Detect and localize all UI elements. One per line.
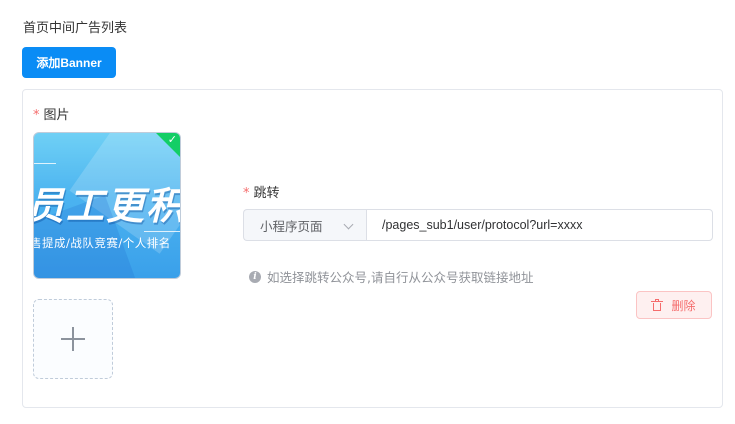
jump-hint: i 如选择跳转公众号,请自行从公众号获取链接地址	[249, 267, 533, 286]
image-field-label: * 图片	[33, 107, 70, 125]
banner-card: *图片 员工更积 售提成/战队竞赛/个人排名 ✓ *跳转 小程序页面 i 如选择…	[22, 89, 723, 408]
jump-type-value: 小程序页面	[260, 218, 323, 234]
delete-button[interactable]: 删除	[636, 291, 712, 319]
image-label-text: 图片	[43, 108, 70, 123]
add-banner-button[interactable]: 添加Banner	[22, 47, 116, 78]
decor-line	[34, 163, 56, 164]
upload-image-button[interactable]	[33, 299, 113, 379]
banner-subline: 售提成/战队竞赛/个人排名	[33, 236, 171, 250]
jump-type-select[interactable]: 小程序页面	[243, 209, 366, 241]
jump-url-input[interactable]	[366, 209, 713, 241]
banner-image-thumbnail[interactable]: 员工更积 售提成/战队竞赛/个人排名 ✓	[33, 132, 181, 279]
trash-icon	[651, 298, 664, 311]
jump-label-text: 跳转	[253, 186, 280, 201]
jump-field-label: * 跳转	[243, 185, 280, 203]
banner-headline: 员工更积	[33, 184, 181, 228]
required-mark: *	[33, 108, 40, 123]
chevron-down-icon	[343, 219, 354, 230]
info-icon: i	[249, 270, 261, 283]
hint-text: 如选择跳转公众号,请自行从公众号获取链接地址	[267, 270, 534, 285]
page-title: 首页中间广告列表	[23, 21, 128, 36]
required-mark: *	[243, 186, 250, 201]
jump-input-group: 小程序页面	[243, 209, 713, 241]
delete-label: 删除	[671, 298, 696, 313]
check-icon: ✓	[167, 133, 177, 146]
decor-line	[144, 231, 180, 232]
plus-icon	[61, 327, 85, 351]
